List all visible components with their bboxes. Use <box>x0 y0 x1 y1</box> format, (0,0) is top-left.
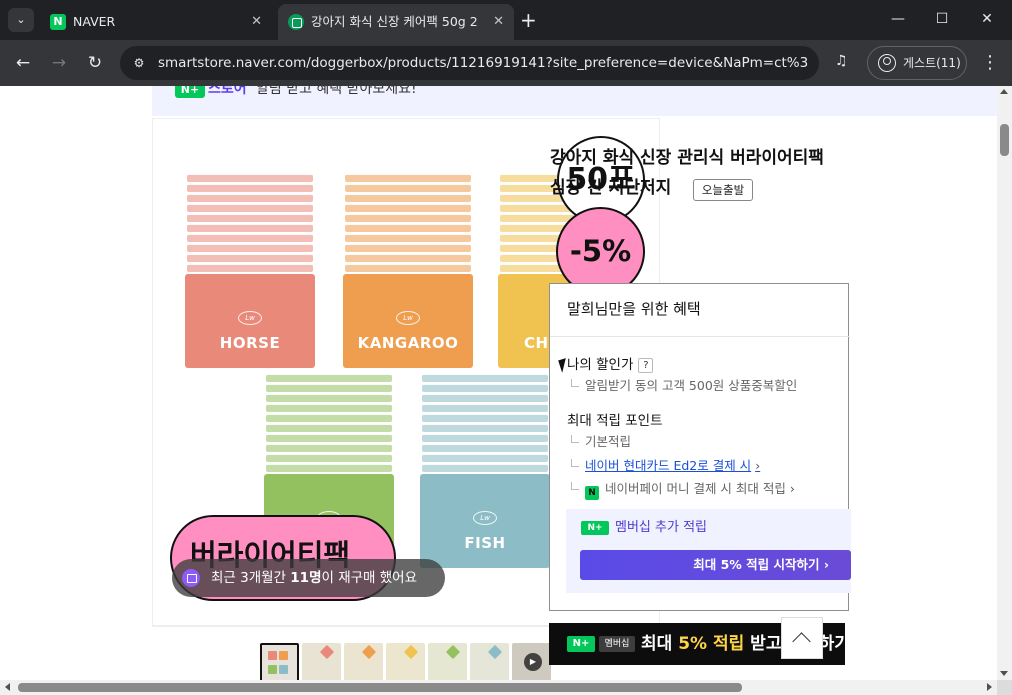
profile-button[interactable]: 게스트(11) <box>867 46 967 80</box>
pack-flavor-label: HORSE <box>219 334 281 352</box>
today-shipping-badge: 오늘출발 <box>693 179 753 201</box>
scroll-right-icon[interactable] <box>987 683 992 691</box>
benefit-heading: 말희님만을 위한 혜택 <box>567 300 701 318</box>
reload-button[interactable]: ↻ <box>82 50 108 76</box>
thumbnail-item[interactable] <box>428 643 467 680</box>
person-icon <box>878 54 896 72</box>
tab-search-button[interactable]: ⌄ <box>8 8 34 32</box>
points-card-link[interactable]: 네이버 현대카드 Ed2로 결제 시 › <box>571 458 760 474</box>
help-icon[interactable]: ? <box>638 358 654 373</box>
url-text[interactable]: smartstore.naver.com/doggerbox/products/… <box>158 54 808 72</box>
banner-text: 알림 받고 혜택 받아보세요! <box>256 86 417 97</box>
media-control-icon[interactable]: ♫ <box>835 53 848 69</box>
brand-logo: Lw <box>396 311 420 325</box>
window-close-button[interactable]: ✕ <box>964 8 1010 30</box>
membership-box: N+ 멤버십 추가 적립 최대 5% 적립 시작하기 › <box>566 509 851 593</box>
chevron-right-icon: › <box>755 458 761 473</box>
address-bar[interactable]: ⚙ smartstore.naver.com/doggerbox/product… <box>120 46 819 80</box>
repurchase-text: 최근 3개월간 11명이 재구매 했어요 <box>211 570 418 586</box>
notification-banner[interactable]: N+ 스토어 알림 받고 혜택 받아보세요! <box>152 86 997 116</box>
scroll-left-icon[interactable] <box>5 683 10 691</box>
browser-toolbar: ← → ↻ ⚙ smartstore.naver.com/doggerbox/p… <box>0 40 1012 86</box>
shield-icon <box>288 14 304 30</box>
new-tab-button[interactable]: + <box>520 9 537 31</box>
profile-label: 게스트(11) <box>903 56 961 70</box>
page-viewport: N+ 스토어 알림 받고 혜택 받아보세요! Lw HORSE Lw KANGAROO… <box>0 86 997 680</box>
close-icon[interactable]: ✕ <box>251 13 262 31</box>
naver-plus-logo: N+ <box>175 86 205 98</box>
pack-flavor-label: FISH <box>464 534 506 552</box>
store-label: 스토어 <box>208 86 247 97</box>
scroll-up-icon[interactable] <box>1000 89 1008 94</box>
product-pack: Lw HORSE <box>185 174 315 368</box>
membership-text: 멤버십 추가 적립 <box>615 520 707 535</box>
close-icon[interactable]: ✕ <box>493 13 504 31</box>
site-info-icon[interactable]: ⚙ <box>130 54 148 72</box>
thumbnail-item[interactable] <box>470 643 509 680</box>
shopping-bag-icon <box>182 569 200 587</box>
brand-logo: Lw <box>473 511 497 525</box>
points-basic: 기본적립 <box>571 434 631 450</box>
page-gutter <box>0 86 152 680</box>
repurchase-badge: 최근 3개월간 11명이 재구매 했어요 <box>172 559 445 597</box>
thumbnail-item[interactable] <box>260 643 299 680</box>
minimize-button[interactable]: — <box>875 8 921 30</box>
benefit-panel: 말희님만을 위한 혜택 나의 할인가? 알림받기 동의 고객 500원 상품중복… <box>549 283 851 611</box>
tab-naver[interactable]: N NAVER ✕ <box>40 4 272 40</box>
pack-flavor-label: KANGAROO <box>357 334 459 352</box>
naver-pay-icon: N <box>585 486 599 500</box>
video-thumbnail[interactable]: ▶ <box>512 643 551 680</box>
tab-title: 강아지 화식 신장 케어팩 50g 2 <box>311 14 478 29</box>
product-pack: Lw KANGAROO <box>343 174 473 368</box>
browser-menu-button[interactable]: ⋮ <box>980 51 1000 75</box>
thumbnail-item[interactable] <box>344 643 383 680</box>
tab-title: NAVER <box>73 14 116 29</box>
thumbnail-item[interactable] <box>302 643 341 680</box>
scroll-to-top-button[interactable] <box>781 617 823 659</box>
points-label: 최대 적립 포인트 <box>567 413 663 429</box>
product-title: 강아지 화식 신장 관리식 버라이어티팩 <box>550 148 824 168</box>
browser-window: ⌄ N NAVER ✕ 강아지 화식 신장 케어팩 50g 2 ✕ + — ☐ … <box>0 0 1012 695</box>
vertical-scroll-thumb[interactable] <box>1000 124 1009 156</box>
play-icon: ▶ <box>524 653 542 671</box>
divider <box>550 336 850 337</box>
maximize-button[interactable]: ☐ <box>919 8 965 30</box>
my-discount-detail: 알림받기 동의 고객 500원 상품중복할인 <box>571 378 797 394</box>
tab-strip: ⌄ N NAVER ✕ 강아지 화식 신장 케어팩 50g 2 ✕ + — ☐ … <box>0 0 1012 40</box>
forward-button[interactable]: → <box>46 50 72 76</box>
my-discount-label: 나의 할인가? <box>567 356 654 374</box>
horizontal-scroll-thumb[interactable] <box>18 683 742 692</box>
naver-plus-logo: N+ <box>581 521 609 535</box>
product-title-line2: 심장 간 저단저지 <box>550 178 672 198</box>
scroll-down-icon[interactable] <box>1000 671 1008 676</box>
membership-tag: 멤버십 <box>599 636 635 652</box>
naver-plus-logo: N+ <box>567 636 595 652</box>
points-pay-link[interactable]: N 네이버페이 머니 결제 시 최대 적립 › <box>571 481 795 500</box>
brand-logo: Lw <box>238 311 262 325</box>
back-button[interactable]: ← <box>10 50 36 76</box>
horizontal-scrollbar[interactable] <box>0 680 997 695</box>
scrollbar-corner <box>997 680 1012 695</box>
product-pack: Lw FISH <box>420 374 550 568</box>
tab-product[interactable]: 강아지 화식 신장 케어팩 50g 2 ✕ <box>278 4 514 40</box>
membership-start-button[interactable]: 최대 5% 적립 시작하기 › <box>580 550 851 580</box>
chevron-right-icon: › <box>789 481 795 496</box>
thumbnail-item[interactable] <box>386 643 425 680</box>
vertical-scrollbar[interactable] <box>997 86 1012 680</box>
naver-n-icon: N <box>50 14 66 30</box>
